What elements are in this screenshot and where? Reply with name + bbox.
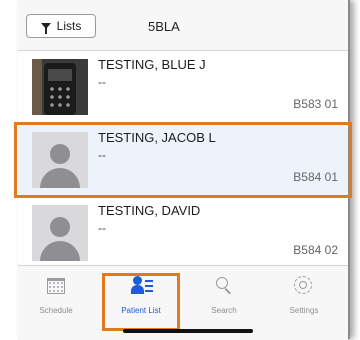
tab-label: Settings [289, 306, 319, 315]
tab-label: Patient List [121, 306, 161, 315]
search-icon [216, 277, 228, 289]
patient-name: TESTING, BLUE J [98, 57, 206, 72]
tab-schedule[interactable]: Schedule [26, 272, 86, 322]
tab-patient-list[interactable]: Patient List [111, 272, 171, 322]
header-bar: Lists 5BLA [18, 0, 348, 51]
patient-row[interactable]: TESTING, BLUE J -- B583 01 [18, 51, 348, 124]
gear-icon [294, 276, 312, 294]
home-indicator[interactable] [123, 329, 253, 333]
patient-bed: B583 01 [293, 97, 338, 111]
device-frame: Lists 5BLA TESTING, BLUE J -- B583 01 TE… [14, 0, 352, 340]
patient-name: TESTING, DAVID [98, 203, 201, 218]
avatar-placeholder-icon [32, 205, 88, 261]
unit-title: 5BLA [148, 19, 180, 34]
tab-settings[interactable]: Settings [274, 272, 334, 322]
tab-label: Search [211, 306, 237, 315]
calendar-icon [47, 278, 65, 294]
patient-bed: B584 01 [293, 170, 338, 184]
tab-label: Schedule [39, 306, 73, 315]
tab-bar: Schedule Patient List Search Settings [18, 265, 348, 340]
patient-photo [32, 59, 88, 115]
lists-button-label: Lists [56, 19, 82, 33]
patient-detail: -- [98, 148, 106, 162]
patient-name: TESTING, JACOB L [98, 130, 216, 145]
avatar-placeholder-icon [32, 132, 88, 188]
patient-detail: -- [98, 221, 106, 235]
patient-row[interactable]: TESTING, JACOB L -- B584 01 [18, 124, 348, 197]
patient-detail: -- [98, 75, 106, 89]
filter-icon [40, 23, 51, 34]
patient-list-icon [131, 276, 153, 296]
tab-search[interactable]: Search [194, 272, 254, 322]
patient-row[interactable]: TESTING, DAVID -- B584 02 [18, 197, 348, 266]
patient-bed: B584 02 [293, 243, 338, 257]
lists-filter-button[interactable]: Lists [26, 14, 96, 38]
